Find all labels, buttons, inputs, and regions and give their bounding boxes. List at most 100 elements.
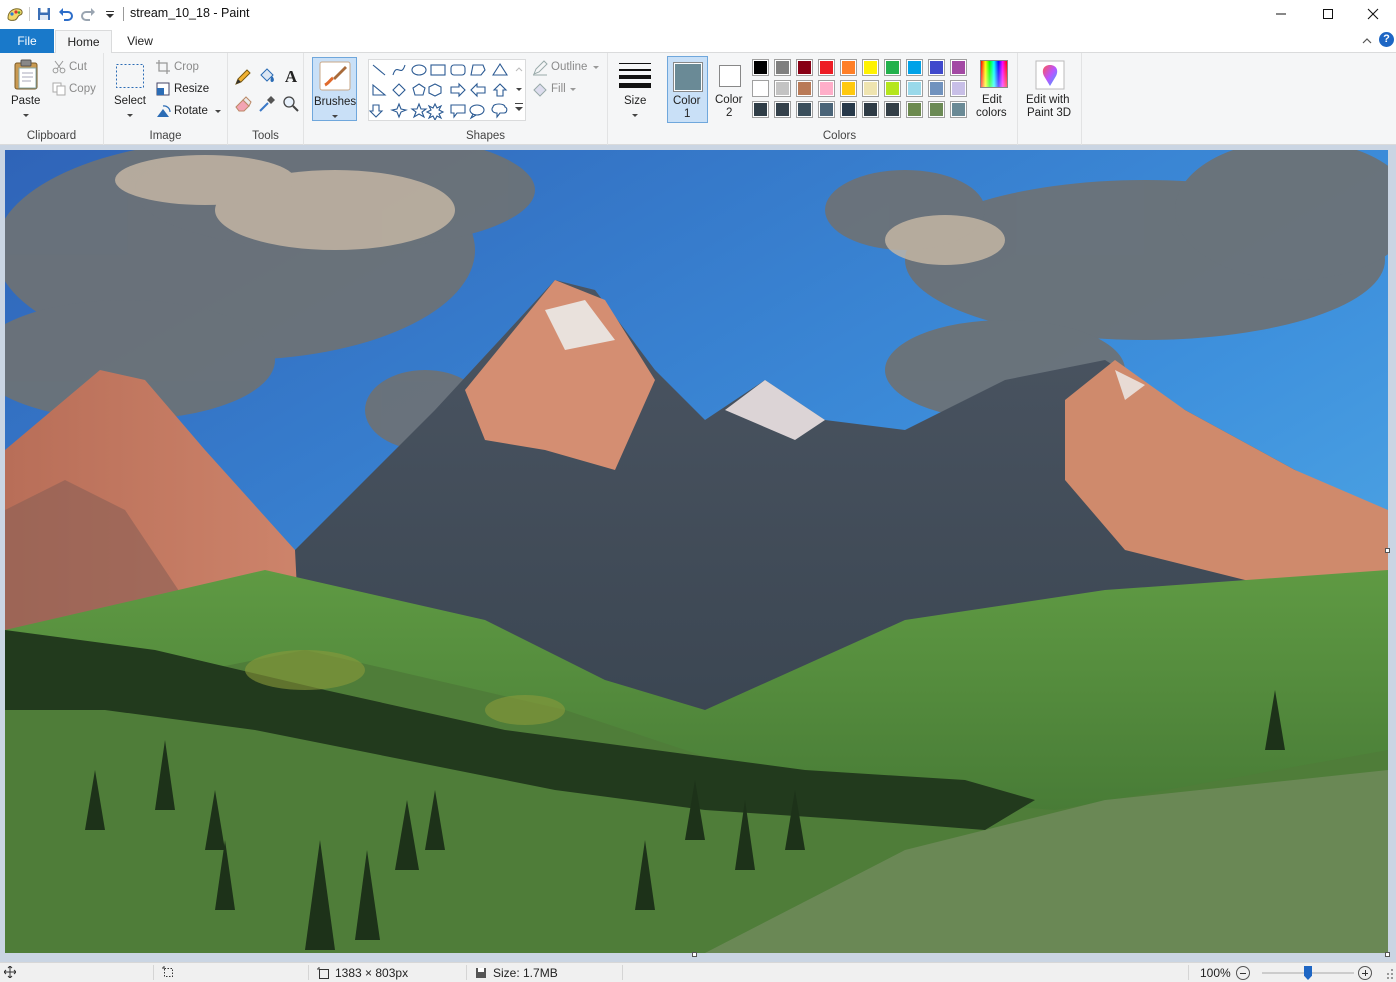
edit-with-paint3d-button[interactable]: Edit with Paint 3D: [1022, 56, 1078, 123]
palette-swatch[interactable]: [950, 80, 967, 97]
palette-swatch[interactable]: [774, 59, 791, 76]
outline-button[interactable]: Outline: [530, 59, 604, 77]
zoom-out-button[interactable]: [1236, 966, 1250, 980]
palette-swatch[interactable]: [752, 59, 769, 76]
tab-file[interactable]: File: [0, 29, 54, 53]
palette-swatch-fill: [775, 81, 790, 96]
drawing-canvas[interactable]: [5, 150, 1388, 953]
customize-qat-icon[interactable]: [99, 4, 121, 24]
color-picker-icon[interactable]: [258, 95, 276, 113]
shapes-gallery-icons: [369, 62, 509, 120]
paste-button[interactable]: Paste: [4, 57, 48, 121]
eraser-icon[interactable]: [234, 95, 252, 113]
zoom-in-button[interactable]: [1358, 966, 1372, 980]
palette-swatch[interactable]: [884, 59, 901, 76]
palette-swatch[interactable]: [796, 80, 813, 97]
palette-swatch[interactable]: [818, 59, 835, 76]
palette-swatch[interactable]: [906, 101, 923, 118]
fill-label: Fill: [551, 83, 566, 95]
palette-swatch[interactable]: [862, 80, 879, 97]
palette-swatch[interactable]: [774, 80, 791, 97]
palette-swatch[interactable]: [906, 80, 923, 97]
maximize-button[interactable]: [1305, 0, 1351, 28]
palette-swatch[interactable]: [774, 101, 791, 118]
paint-app-icon[interactable]: [4, 4, 26, 24]
palette-swatch[interactable]: [884, 101, 901, 118]
color2-button[interactable]: Color 2: [710, 56, 751, 123]
rainbow-icon: [980, 60, 1008, 88]
palette-swatch[interactable]: [752, 101, 769, 118]
color1-label: Color: [673, 95, 701, 107]
rotate-label: Rotate: [174, 105, 208, 117]
tab-home[interactable]: Home: [55, 30, 112, 54]
text-tool-icon[interactable]: A: [282, 67, 300, 85]
color2-label: Color: [715, 94, 743, 106]
redo-icon[interactable]: [77, 4, 99, 24]
zoom-in-icon-vertical: [1365, 970, 1366, 976]
close-button[interactable]: [1350, 0, 1396, 28]
palette-swatch[interactable]: [862, 101, 879, 118]
zoom-slider[interactable]: [1262, 966, 1354, 980]
resize-handle-bottom[interactable]: [692, 952, 697, 957]
palette-swatch[interactable]: [840, 59, 857, 76]
color1-number: 1: [684, 108, 691, 120]
copy-button[interactable]: Copy: [50, 81, 100, 99]
ribbon: Paste Cut Copy Clipboard Select Crop Res…: [0, 53, 1396, 145]
size-button[interactable]: Size: [614, 57, 656, 121]
edit-colors-button[interactable]: Edit colors: [974, 56, 1014, 123]
palette-swatch[interactable]: [796, 101, 813, 118]
resize-button[interactable]: Resize: [154, 81, 222, 99]
collapse-ribbon-icon[interactable]: [1362, 34, 1372, 48]
status-resize-grip[interactable]: [1384, 967, 1394, 979]
palette-swatch-fill: [841, 60, 856, 75]
select-button[interactable]: Select: [110, 57, 150, 121]
palette-swatch[interactable]: [796, 59, 813, 76]
cut-label: Cut: [69, 61, 87, 73]
shapes-scroll[interactable]: [513, 60, 525, 120]
resize-handle-corner[interactable]: [1385, 952, 1390, 957]
palette-swatch[interactable]: [862, 59, 879, 76]
grip-icon: [1387, 969, 1393, 979]
zoom-out-icon: [1240, 973, 1246, 974]
crop-button[interactable]: Crop: [154, 59, 222, 77]
undo-icon[interactable]: [55, 4, 77, 24]
window-title: stream_10_18 - Paint: [130, 6, 250, 20]
image-group-label: Image: [149, 130, 182, 142]
canvas-workspace[interactable]: [0, 146, 1396, 962]
palette-swatch[interactable]: [884, 80, 901, 97]
palette-swatch[interactable]: [928, 80, 945, 97]
pencil-icon[interactable]: [234, 68, 252, 86]
cut-button[interactable]: Cut: [50, 59, 100, 77]
selection-size-icon: [162, 966, 173, 977]
palette-swatch[interactable]: [950, 101, 967, 118]
fill-bucket-icon[interactable]: [258, 67, 276, 85]
rotate-button[interactable]: Rotate: [154, 103, 222, 121]
shapes-scroll-arrows-icon: [515, 67, 523, 111]
palette-swatch-fill: [841, 102, 856, 117]
color1-button[interactable]: Color 1: [667, 56, 708, 123]
minimize-button[interactable]: [1258, 0, 1304, 28]
palette-swatch[interactable]: [818, 80, 835, 97]
palette-swatch[interactable]: [840, 80, 857, 97]
palette-swatch[interactable]: [950, 59, 967, 76]
brushes-button[interactable]: Brushes: [312, 57, 357, 121]
palette-swatch[interactable]: [906, 59, 923, 76]
palette-swatch[interactable]: [840, 101, 857, 118]
help-icon[interactable]: ?: [1379, 32, 1394, 47]
palette-swatch[interactable]: [752, 80, 769, 97]
palette-swatch[interactable]: [928, 101, 945, 118]
palette-swatch[interactable]: [818, 101, 835, 118]
resize-handle-right[interactable]: [1385, 548, 1390, 553]
palette-swatch-fill: [775, 102, 790, 117]
selection-size: [162, 966, 174, 978]
palette-swatch[interactable]: [928, 59, 945, 76]
fill-button[interactable]: Fill: [530, 81, 604, 99]
magnifier-icon[interactable]: [282, 95, 300, 113]
tab-view[interactable]: View: [114, 30, 166, 54]
colors-group: Color 1 Color 2 Edit colors Colors: [662, 53, 1018, 145]
zoom-slider-thumb[interactable]: [1304, 966, 1312, 980]
palette-swatch-fill: [885, 60, 900, 75]
palette-swatch-fill: [885, 102, 900, 117]
save-icon[interactable]: [33, 4, 55, 24]
color-palette: [752, 59, 972, 123]
